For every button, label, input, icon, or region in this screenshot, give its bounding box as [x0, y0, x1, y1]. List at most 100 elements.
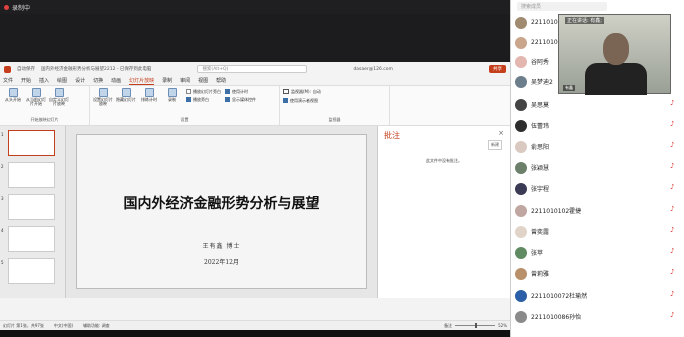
check-timings[interactable]: 使用计时	[225, 88, 256, 95]
check-presenter-view[interactable]: 使用演示者视图	[283, 97, 386, 104]
check-narration[interactable]: 播放旁白	[186, 96, 221, 103]
close-icon[interactable]: ×	[498, 129, 504, 137]
from-current-button[interactable]: 从当前幻灯片开始	[26, 88, 46, 107]
menu-help[interactable]: 帮助	[216, 77, 226, 84]
slide-thumbnails: 1 2 3 4 5	[0, 126, 66, 298]
slide-thumbnail[interactable]	[8, 258, 55, 284]
avatar	[515, 36, 527, 49]
speaker-face	[603, 33, 629, 65]
slide-author: 王有鑫 博士	[202, 243, 241, 250]
menu-slideshow[interactable]: 幻灯片放映	[129, 77, 155, 85]
autosave-label[interactable]: 自动保存	[17, 66, 35, 72]
slide-thumbnail[interactable]	[8, 226, 55, 252]
slide-thumbnail[interactable]	[8, 162, 55, 188]
check-media-controls[interactable]: 显示媒体控件	[225, 96, 256, 103]
mic-muted-icon: ♪	[670, 290, 675, 298]
ribbon-group-start: 从头开始 从当前幻灯片开始 自定义幻灯片放映 开始放映幻灯片	[0, 86, 90, 125]
zoom-level: 52%	[498, 323, 507, 328]
mic-muted-icon: ♪	[670, 141, 675, 149]
powerpoint-icon	[4, 65, 11, 73]
language-status[interactable]: 中文(中国)	[54, 323, 73, 329]
taskbar-strip	[0, 330, 510, 337]
member-item[interactable]: 2211010072杜瑜然 ♪	[515, 286, 681, 305]
speaker-video[interactable]: 正在讲话: 有鑫; 有鑫	[558, 14, 671, 95]
menu-insert[interactable]: 插入	[39, 77, 49, 84]
menu-home[interactable]: 开始	[21, 77, 31, 84]
member-search-input[interactable]: 搜索成员	[517, 2, 607, 11]
powerpoint-window: 自动保存 国内外经济金融形势分析与展望2212 - 已保存到此电脑 搜索(Alt…	[0, 62, 510, 330]
monitor-icon	[283, 89, 289, 94]
avatar	[515, 246, 527, 259]
slide-thumbnail[interactable]	[8, 130, 55, 156]
avatar	[515, 75, 527, 88]
monitor-select[interactable]: 监视器(M): 自动	[283, 88, 386, 95]
play-icon	[8, 88, 18, 97]
member-item[interactable]: 张宇程 ♪	[515, 179, 681, 198]
accessibility-status[interactable]: 辅助功能: 调查	[83, 323, 110, 329]
record-button[interactable]: 录制	[162, 88, 182, 107]
custom-show-button[interactable]: 自定义幻灯片放映	[49, 88, 69, 107]
checkbox-checked-icon	[186, 97, 191, 102]
share-button[interactable]: 共享	[489, 65, 506, 73]
menu-view[interactable]: 视图	[198, 77, 208, 84]
member-item[interactable]: 伍蕾玮 ♪	[515, 116, 681, 135]
member-item[interactable]: 吴思莫 ♪	[515, 95, 681, 114]
menu-animations[interactable]: 动画	[111, 77, 121, 84]
member-item[interactable]: 2211010086孙怡 ♪	[515, 307, 681, 326]
slide-editor: 国内外经济金融形势分析与展望 王有鑫 博士 2022年12月	[66, 126, 377, 298]
mic-muted-icon: ♪	[670, 99, 675, 107]
slide-date: 2022年12月	[204, 259, 239, 266]
member-item[interactable]: 曾奕露 ♪	[515, 222, 681, 241]
user-account[interactable]: dasaer@126.com	[353, 67, 392, 72]
hide-slide-button[interactable]: 隐藏幻灯片	[116, 88, 136, 107]
avatar	[515, 16, 527, 29]
comments-title: 批注	[384, 131, 400, 140]
from-beginning-button[interactable]: 从头开始	[3, 88, 23, 107]
member-item[interactable]: 张苹 ♪	[515, 243, 681, 262]
mic-muted-icon: ♪	[670, 205, 675, 213]
zoom-slider[interactable]	[455, 323, 496, 328]
rehearse-button[interactable]: 排练计时	[139, 88, 159, 107]
group-label-setup: 设置	[180, 117, 189, 122]
new-comment-button[interactable]: 新建	[488, 140, 502, 150]
avatar	[515, 204, 527, 217]
member-item[interactable]: 曾莉雅 ♪	[515, 264, 681, 283]
title-bar: 自动保存 国内外经济金融形势分析与展望2212 - 已保存到此电脑 搜索(Alt…	[0, 62, 510, 76]
avatar	[515, 140, 527, 153]
menu-design[interactable]: 设计	[75, 77, 85, 84]
hide-slide-icon	[121, 88, 131, 97]
current-slide[interactable]: 国内外经济金融形势分析与展望 王有鑫 博士 2022年12月	[76, 134, 367, 289]
avatar	[515, 267, 527, 280]
avatar	[515, 225, 527, 238]
comments-pane: 批注 × 新建 此文件中没有批注。	[377, 126, 510, 298]
mic-muted-icon: ♪	[670, 120, 675, 128]
setup-show-button[interactable]: 设置幻灯片放映	[93, 88, 113, 107]
menu-review[interactable]: 审阅	[180, 77, 190, 84]
avatar	[515, 55, 527, 68]
avatar	[515, 182, 527, 195]
ribbon: 从头开始 从当前幻灯片开始 自定义幻灯片放映 开始放映幻灯片 设置幻灯片放映 隐…	[0, 86, 510, 126]
menu-file[interactable]: 文件	[3, 77, 13, 84]
slide-thumbnail[interactable]	[8, 194, 55, 220]
menu-record[interactable]: 录制	[162, 77, 172, 84]
checkbox-icon	[186, 89, 191, 94]
notes-button[interactable]: 备注	[444, 323, 452, 329]
menu-draw[interactable]: 绘图	[57, 77, 67, 84]
avatar	[515, 289, 527, 302]
avatar	[515, 310, 527, 323]
avatar	[515, 119, 527, 132]
menu-transitions[interactable]: 切换	[93, 77, 103, 84]
member-item[interactable]: 俞思阳 ♪	[515, 137, 681, 156]
member-item[interactable]: 张颖慧 ♪	[515, 158, 681, 177]
zoom-thumb[interactable]	[475, 323, 478, 328]
file-name: 国内外经济金融形势分析与展望2212 - 已保存到此电脑	[41, 67, 152, 72]
group-label-monitors: 监视器	[328, 117, 341, 122]
mic-muted-icon: ♪	[670, 247, 675, 255]
zoom-control[interactable]: 备注 52%	[444, 323, 507, 329]
speaking-indicator: 正在讲话: 有鑫;	[565, 17, 604, 24]
checkbox-checked-icon	[225, 89, 230, 94]
member-item[interactable]: 2211010102霍捷 ♪	[515, 201, 681, 220]
check-hidden[interactable]: 播放幻灯片旁白	[186, 88, 221, 95]
group-label-start: 开始放映幻灯片	[30, 117, 59, 122]
search-input[interactable]: 搜索(Alt+Q)	[197, 65, 308, 73]
